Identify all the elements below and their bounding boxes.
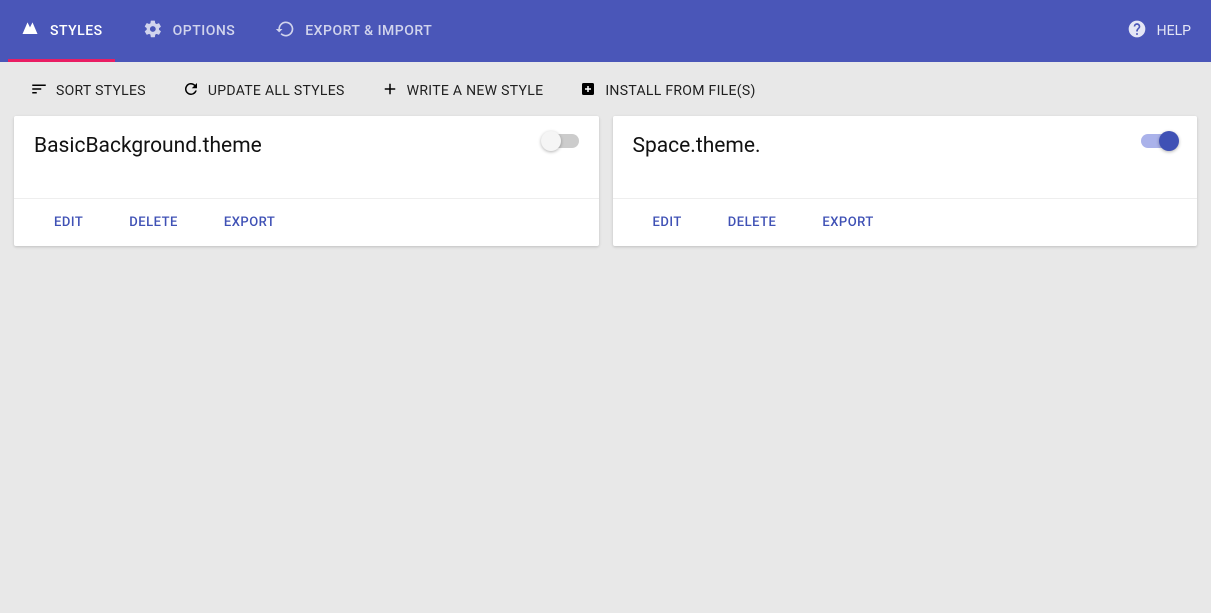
edit-button[interactable]: EDIT [54,215,83,230]
update-all-button[interactable]: UPDATE ALL STYLES [182,80,345,102]
nav-styles-label: STYLES [50,23,103,39]
help-icon [1127,19,1147,43]
write-style-label: WRITE A NEW STYLE [407,83,544,99]
style-card: Space.theme. EDIT DELETE EXPORT [613,116,1198,246]
nav-left-group: STYLES OPTIONS EXPORT & IMPORT [20,0,432,62]
gear-icon [143,19,163,43]
style-card: BasicBackground.theme EDIT DELETE EXPORT [14,116,599,246]
switch-thumb [1159,131,1179,151]
nav-help-label: HELP [1157,23,1191,39]
plus-icon [381,80,399,102]
edit-button[interactable]: EDIT [653,215,682,230]
sort-icon [30,80,48,102]
install-from-file-label: INSTALL FROM FILE(S) [605,83,755,99]
nav-options[interactable]: OPTIONS [143,0,236,62]
card-title: BasicBackground.theme [34,134,262,158]
delete-button[interactable]: DELETE [129,215,178,230]
export-button[interactable]: EXPORT [224,215,275,230]
styles-icon [20,19,40,43]
sort-styles-label: SORT STYLES [56,83,146,99]
switch-thumb [541,131,561,151]
card-actions: EDIT DELETE EXPORT [613,198,1198,246]
toggle-switch[interactable] [1141,134,1177,148]
card-title: Space.theme. [633,134,761,158]
top-nav: STYLES OPTIONS EXPORT & IMPORT HELP [0,0,1211,62]
refresh-icon [182,80,200,102]
nav-export-import-label: EXPORT & IMPORT [305,23,432,39]
toggle-switch[interactable] [543,134,579,148]
sort-styles-button[interactable]: SORT STYLES [30,80,146,102]
nav-export-import[interactable]: EXPORT & IMPORT [275,0,432,62]
toolbar: SORT STYLES UPDATE ALL STYLES WRITE A NE… [0,62,1211,116]
restore-icon [275,19,295,43]
card-head: Space.theme. [613,116,1198,198]
card-head: BasicBackground.theme [14,116,599,198]
nav-styles[interactable]: STYLES [20,0,103,62]
update-all-label: UPDATE ALL STYLES [208,83,345,99]
export-button[interactable]: EXPORT [822,215,873,230]
cards-container: BasicBackground.theme EDIT DELETE EXPORT… [0,116,1211,246]
card-actions: EDIT DELETE EXPORT [14,198,599,246]
nav-options-label: OPTIONS [173,23,236,39]
write-style-button[interactable]: WRITE A NEW STYLE [381,80,544,102]
install-from-file-button[interactable]: INSTALL FROM FILE(S) [579,80,755,102]
nav-help[interactable]: HELP [1127,19,1191,43]
add-file-icon [579,80,597,102]
delete-button[interactable]: DELETE [728,215,777,230]
